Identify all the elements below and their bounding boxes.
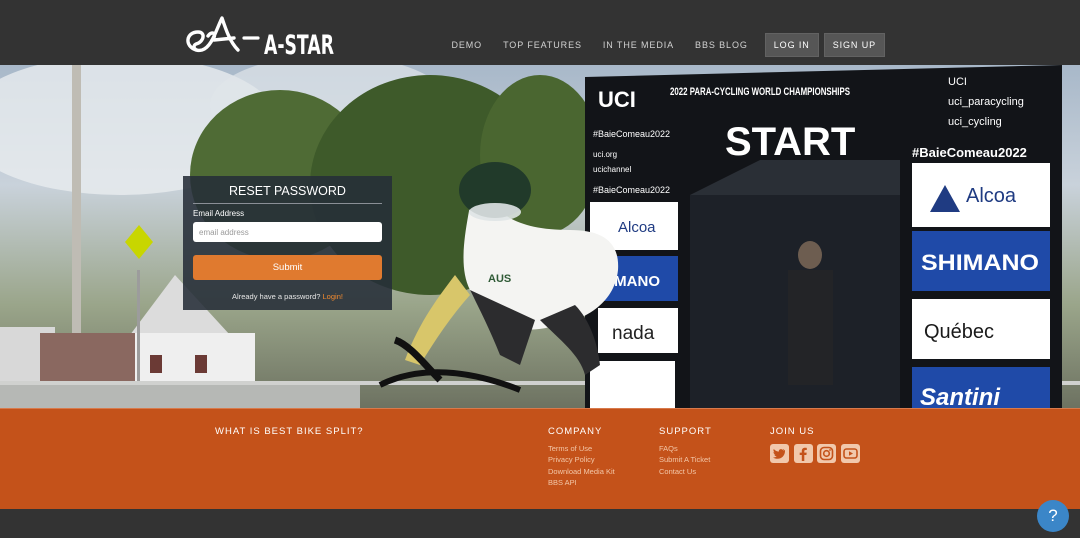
left-link-channel: ucichannel: [593, 165, 631, 174]
facebook-icon[interactable]: [793, 444, 813, 463]
hero-image: UCI 2022 PARA-CYCLING WORLD CHAMPIONSHIP…: [0, 65, 1080, 408]
footer-link-media-kit[interactable]: Download Media Kit: [548, 466, 615, 477]
reset-password-title: RESET PASSWORD: [229, 184, 346, 198]
footer-link-contact[interactable]: Contact Us: [659, 466, 710, 477]
start-text: START: [725, 120, 855, 164]
left-hashtag-2: #BaieComeau2022: [593, 185, 670, 195]
signup-button[interactable]: SIGN UP: [823, 33, 885, 57]
sponsor-left-shimano: IMANO: [610, 273, 660, 290]
site-footer: [0, 408, 1080, 509]
nav-in-the-media[interactable]: IN THE MEDIA: [603, 40, 674, 50]
instagram-icon[interactable]: [817, 444, 836, 463]
left-hashtag: #BaieComeau2022: [593, 129, 670, 139]
footer-link-faqs[interactable]: FAQs: [659, 443, 710, 454]
sponsor-right-santini: Santini: [920, 384, 1001, 408]
social-links: [770, 444, 864, 463]
login-link[interactable]: Login!: [323, 292, 343, 301]
sponsor-right-alcoa: Alcoa: [966, 185, 1017, 207]
have-password-text: Already have a password?: [232, 292, 321, 301]
company-heading: COMPANY: [548, 426, 603, 437]
site-logo[interactable]: A-STAR: [182, 10, 337, 61]
footer-link-submit-ticket[interactable]: Submit A Ticket: [659, 454, 710, 465]
support-links: FAQs Submit A Ticket Contact Us: [659, 443, 710, 477]
title-divider: [193, 203, 382, 204]
site-header: A-STAR DEMO TOP FEATURES IN THE MEDIA BB…: [0, 0, 1080, 65]
login-button[interactable]: LOG IN: [764, 33, 819, 57]
sponsor-right-shimano: SHIMANO: [921, 250, 1039, 275]
email-field[interactable]: [193, 222, 382, 242]
left-link-uci: uci.org: [593, 150, 617, 159]
footer-link-privacy[interactable]: Privacy Policy: [548, 454, 615, 465]
footer-link-terms[interactable]: Terms of Use: [548, 443, 615, 454]
reset-password-card: RESET PASSWORD Email Address Submit Alre…: [183, 176, 392, 310]
support-heading: SUPPORT: [659, 426, 712, 437]
email-label: Email Address: [193, 209, 245, 218]
have-password-row: Already have a password? Login!: [183, 292, 392, 301]
nav-bbs-blog[interactable]: BBS BLOG: [695, 40, 748, 50]
jersey-text: AUS: [488, 273, 511, 285]
nav-demo[interactable]: DEMO: [451, 40, 482, 50]
footer-link-api[interactable]: BBS API: [548, 477, 615, 488]
join-heading: JOIN US: [770, 426, 815, 437]
sponsor-left-alcoa: Alcoa: [618, 219, 656, 236]
submit-button[interactable]: Submit: [193, 255, 382, 280]
banner-title: 2022 PARA-CYCLING WORLD CHAMPIONSHIPS: [670, 86, 850, 98]
sponsor-right-quebec: Québec: [924, 321, 994, 343]
banner-uci: UCI: [598, 87, 636, 112]
logo-text: A-STAR: [264, 30, 334, 60]
twitter-icon[interactable]: [770, 444, 789, 463]
social-handle-cycling: uci_cycling: [948, 116, 1002, 128]
social-handle-paracycling: uci_paracycling: [948, 96, 1024, 108]
social-handle-uci: UCI: [948, 76, 967, 88]
bottom-bar: [0, 509, 1080, 538]
sponsor-left-canada: nada: [612, 323, 655, 344]
main-nav: DEMO TOP FEATURES IN THE MEDIA BBS BLOG …: [430, 33, 885, 57]
help-button[interactable]: ?: [1037, 500, 1069, 532]
right-hashtag: #BaieComeau2022: [912, 145, 1027, 160]
company-links: Terms of Use Privacy Policy Download Med…: [548, 443, 615, 488]
youtube-icon[interactable]: [840, 444, 860, 463]
about-heading[interactable]: WHAT IS BEST BIKE SPLIT?: [215, 426, 364, 437]
nav-top-features[interactable]: TOP FEATURES: [503, 40, 582, 50]
